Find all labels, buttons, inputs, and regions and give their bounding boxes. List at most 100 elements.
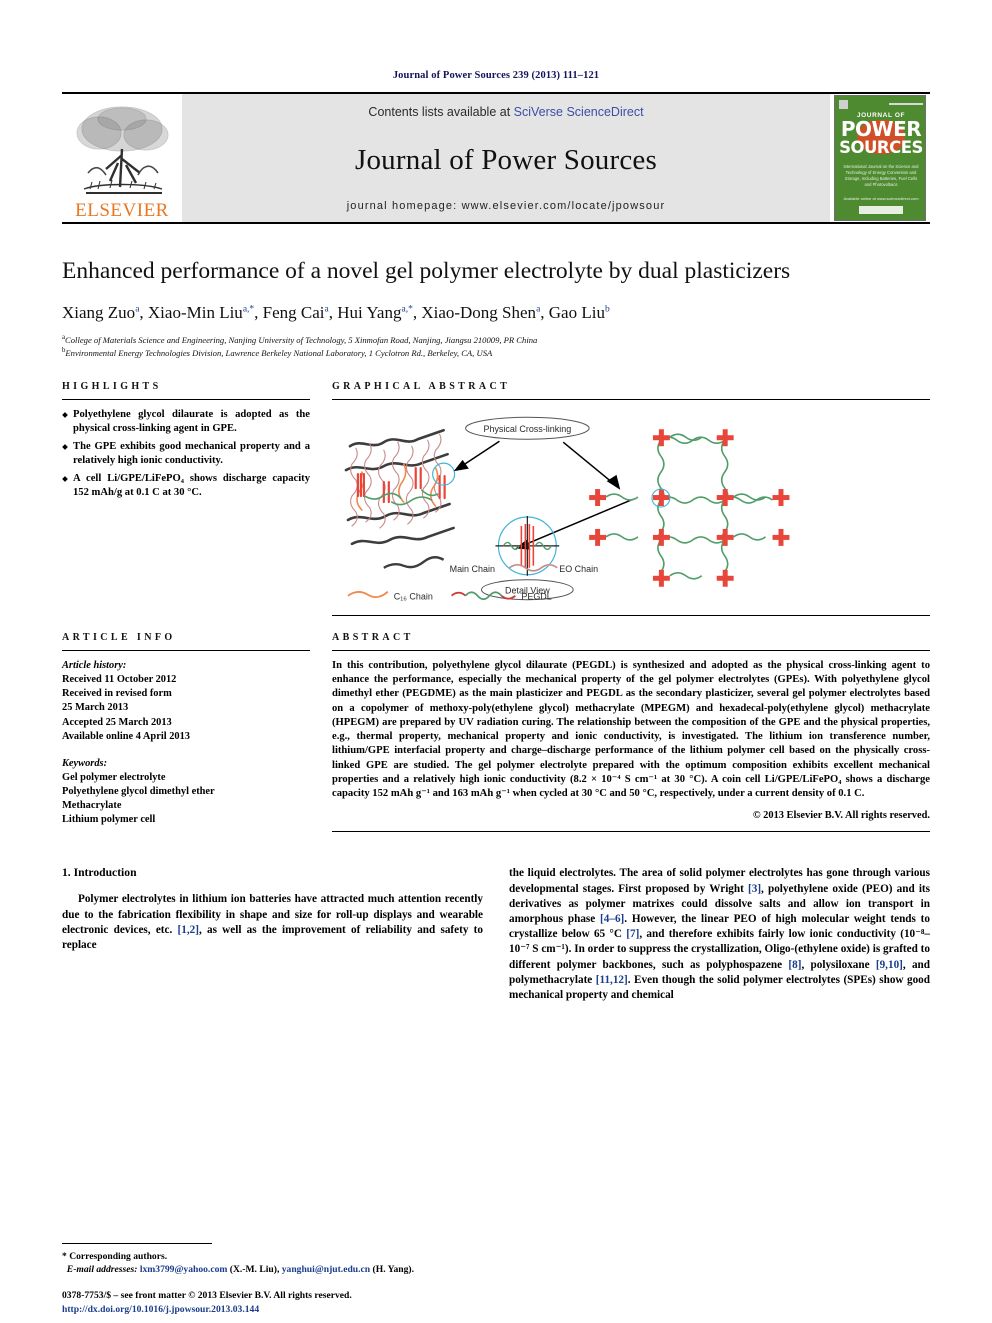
elsevier-wordmark: ELSEVIER xyxy=(75,200,169,221)
author-affiliation-mark: a,* xyxy=(242,304,255,315)
ga-callout-cross-linking: Physical Cross-linking xyxy=(465,416,590,440)
cover-line3: SOURCES xyxy=(839,138,923,157)
cover-top-rule xyxy=(889,103,923,105)
email-addresses-note: E-mail addresses: lxm3799@yahoo.com (X.-… xyxy=(62,1263,470,1277)
journal-homepage-link[interactable]: journal homepage: www.elsevier.com/locat… xyxy=(347,200,666,212)
sciencedirect-link[interactable]: SciVerse ScienceDirect xyxy=(514,105,644,119)
elsevier-logo[interactable]: ELSEVIER xyxy=(62,94,182,222)
author-affiliation-mark: a xyxy=(135,304,140,315)
legend-label-eo-chain: EO Chain xyxy=(559,564,598,574)
contents-prefix: Contents lists available at xyxy=(368,105,511,119)
author-affiliation-mark: a xyxy=(324,304,329,315)
masthead-bottom-rule xyxy=(62,222,930,224)
author-affiliation-mark: b xyxy=(604,304,610,315)
ga-crosslink-nodes xyxy=(589,429,790,587)
email-label: E-mail addresses: xyxy=(66,1264,138,1276)
ga-legend: Main Chain EO Chain C₁₆ Chain PEGDL xyxy=(347,556,598,602)
cover-footer-box xyxy=(859,206,903,214)
citation-link[interactable]: [9,10] xyxy=(876,959,903,971)
intro-paragraph-right: the liquid electrolytes. The area of sol… xyxy=(509,867,931,1002)
author-name: Xiao-Min Liu xyxy=(147,302,243,322)
keywords-label: Keywords: xyxy=(62,757,108,769)
graphical-abstract-column: GRAPHICAL ABSTRACT Physical Cross-linkin… xyxy=(332,381,930,624)
abstract-heading: ABSTRACT xyxy=(332,631,414,643)
highlights-list: Polyethylene glycol dilaurate is adopted… xyxy=(62,408,310,500)
author-affiliation-mark: a xyxy=(536,304,541,315)
article-info-rule xyxy=(62,649,310,651)
intro-column-right: the liquid electrolytes. The area of sol… xyxy=(509,866,930,1003)
paper-page: Journal of Power Sources 239 (2013) 111–… xyxy=(0,0,992,1323)
highlight-item: The GPE exhibits good mechanical propert… xyxy=(62,440,310,468)
corresponding-authors-note: * Corresponding authors. xyxy=(62,1250,168,1262)
article-history-item: Accepted 25 March 2013 xyxy=(62,716,172,728)
article-history-item: Received 11 October 2012 xyxy=(62,674,177,686)
email-owner-2: (H. Yang). xyxy=(372,1264,415,1276)
journal-masthead: ELSEVIER Contents lists available at Sci… xyxy=(62,94,930,222)
affiliation-list: aCollege of Materials Science and Engine… xyxy=(62,333,930,359)
cover-elsevier-mark-icon xyxy=(839,100,848,109)
highlight-item: Polyethylene glycol dilaurate is adopted… xyxy=(62,408,310,436)
article-info-heading: ARTICLE INFO xyxy=(62,631,176,643)
keywords-list: Gel polymer electrolyte Polyethylene glyc… xyxy=(62,771,310,828)
doi-link[interactable]: http://dx.doi.org/10.1016/j.jpowsour.201… xyxy=(62,1303,352,1317)
abstract-bottom-rule xyxy=(332,831,930,833)
abstract-text: In this contribution, polyethylene glyco… xyxy=(332,659,930,800)
article-history-block: Article history: Received 11 October 201… xyxy=(62,659,310,828)
author-list: Xiang Zuoa, Xiao-Min Liua,*, Feng Caia, … xyxy=(62,302,610,322)
highlight-item: A cell Li/GPE/LiFePO₄ shows discharge ca… xyxy=(62,472,310,500)
introduction-section: 1. Introduction Polymer electrolytes in … xyxy=(62,866,930,1003)
keyword-item: Methacrylate xyxy=(62,800,122,812)
running-head: Journal of Power Sources 239 (2013) 111–… xyxy=(392,70,600,81)
cover-line2: POWER xyxy=(840,117,922,141)
article-history-item: 25 March 2013 xyxy=(62,702,129,714)
intro-column-left: 1. Introduction Polymer electrolytes in … xyxy=(62,866,483,1003)
contents-available-line: Contents lists available at SciVerse Sci… xyxy=(368,105,643,119)
graphical-abstract-figure: Physical Cross-linking Detail View Main … xyxy=(344,416,790,602)
author-name: Feng Cai xyxy=(262,302,325,322)
legend-swatch-c16-chain xyxy=(347,590,389,598)
email-link-2[interactable]: yanghui@njut.edu.cn xyxy=(282,1264,370,1275)
citation-link[interactable]: [8] xyxy=(788,959,801,971)
footnote-block: * Corresponding authors. E-mail addresse… xyxy=(62,1242,470,1277)
cover-footer-text: Available online at www.sciencedirect.co… xyxy=(843,196,919,201)
affiliation: aCollege of Materials Science and Engine… xyxy=(62,333,538,345)
citation-link[interactable]: [4–6] xyxy=(600,913,624,925)
author-name: Hui Yang xyxy=(337,302,402,322)
legend-label-main-chain: Main Chain xyxy=(450,564,495,574)
journal-title: Journal of Power Sources xyxy=(355,144,657,176)
title-block: Enhanced performance of a novel gel poly… xyxy=(62,258,930,359)
intro-paragraph-left: Polymer electrolytes in lithium ion batt… xyxy=(62,893,483,951)
abstract-copyright: © 2013 Elsevier B.V. All rights reserved… xyxy=(752,810,930,822)
ga-3d-network xyxy=(344,428,456,546)
cover-art: JOURNAL OF POWER SOURCES International J… xyxy=(834,95,926,221)
introduction-heading: 1. Introduction xyxy=(62,866,137,880)
article-history-item: Received in revised form xyxy=(62,688,172,700)
author-affiliation-mark: a,* xyxy=(401,304,413,315)
keyword-item: Polyethylene glycol dimethyl ether xyxy=(62,786,215,798)
legend-label-pegdl: PEGDL xyxy=(521,592,551,602)
cover-subtitle: International Journal on the Science and… xyxy=(843,164,919,187)
graphical-abstract-heading: GRAPHICAL ABSTRACT xyxy=(332,380,511,392)
journal-cover-thumbnail[interactable]: JOURNAL OF POWER SOURCES International J… xyxy=(830,94,930,222)
legend-swatch-main-chain xyxy=(383,556,445,569)
affiliation: bEnvironmental Energy Technologies Divis… xyxy=(62,346,493,358)
ga-detail-view: Detail View xyxy=(481,515,574,601)
abstract-column: ABSTRACT In this contribution, polyethyl… xyxy=(332,632,930,840)
article-info-column: ARTICLE INFO Article history: Received 1… xyxy=(62,632,310,840)
email-link-1[interactable]: lxm3799@yahoo.com xyxy=(140,1264,228,1275)
citation-link[interactable]: [11,12] xyxy=(596,974,628,986)
citation-link[interactable]: [7] xyxy=(626,928,639,940)
keyword-item: Gel polymer electrolyte xyxy=(62,771,166,783)
graphical-abstract-bottom-rule xyxy=(332,614,930,616)
ga-callout-label-1: Physical Cross-linking xyxy=(483,424,571,434)
issn-copyright-line: 0378-7753/$ – see front matter © 2013 El… xyxy=(62,1290,352,1302)
ga-lattice xyxy=(589,429,790,587)
highlights-rule xyxy=(62,398,310,400)
elsevier-tree-icon xyxy=(76,106,169,194)
citation-link[interactable]: [3] xyxy=(748,883,761,895)
affiliation-mark: a xyxy=(62,333,66,341)
legend-label-c16-chain: C₁₆ Chain xyxy=(394,592,433,602)
highlights-heading: HIGHLIGHTS xyxy=(62,380,162,392)
citation-link[interactable]: [1,2] xyxy=(178,924,199,936)
cover-topbar xyxy=(839,100,923,109)
